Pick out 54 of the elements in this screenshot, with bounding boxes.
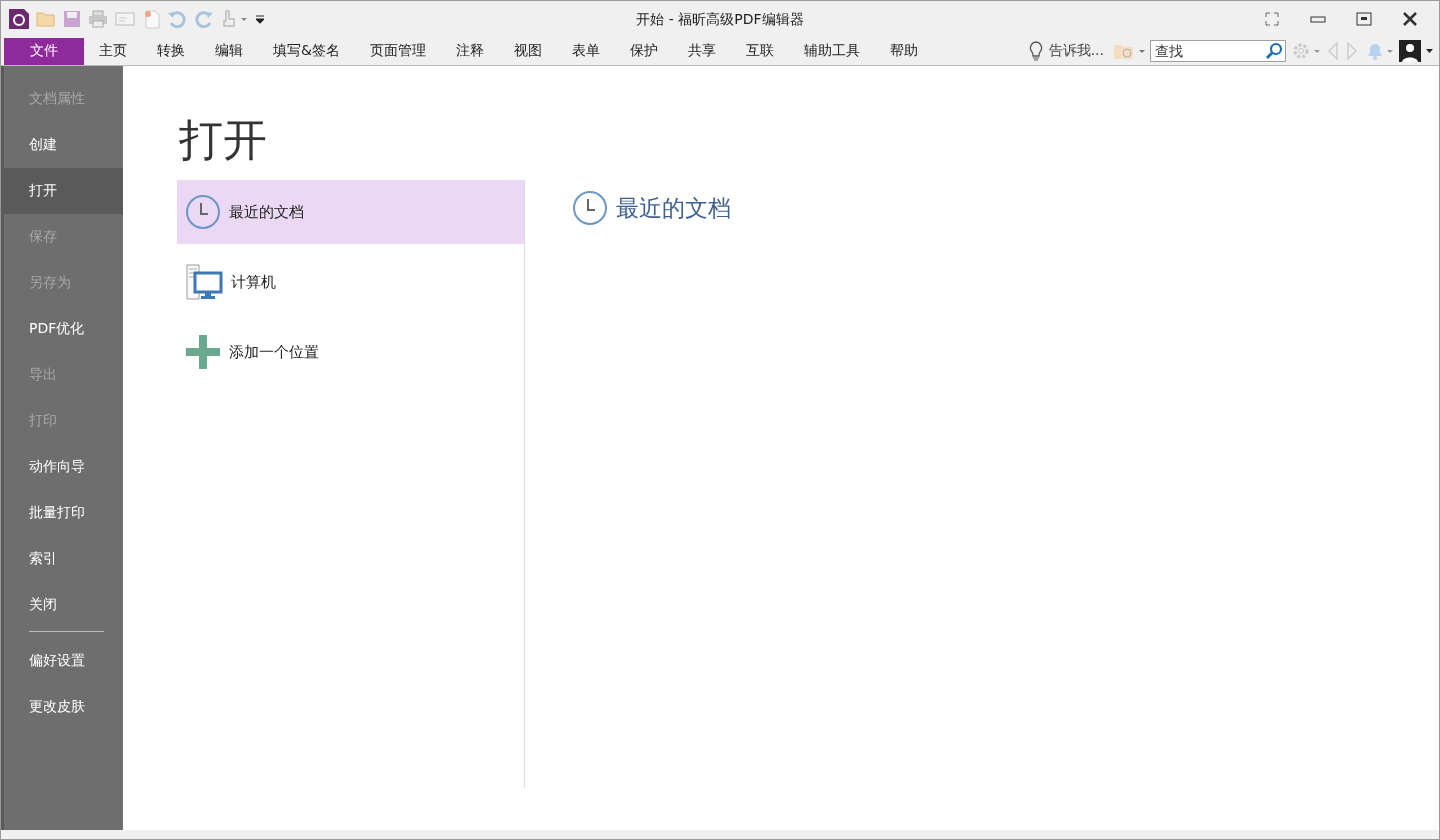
sidebar-item[interactable]: PDF优化 bbox=[4, 306, 123, 352]
sidebar-item[interactable]: 关闭 bbox=[4, 582, 123, 628]
search-icon[interactable] bbox=[1265, 42, 1283, 60]
menu-tab[interactable]: 帮助 bbox=[874, 37, 933, 65]
menu-tab[interactable]: 视图 bbox=[498, 37, 557, 65]
folder-icon[interactable] bbox=[36, 10, 56, 28]
menu-tab[interactable]: 互联 bbox=[730, 37, 789, 65]
computer-icon bbox=[185, 263, 223, 301]
menu-tab[interactable]: 共享 bbox=[672, 37, 731, 65]
save-icon[interactable] bbox=[63, 10, 81, 28]
menu-tab[interactable]: 编辑 bbox=[200, 37, 258, 65]
next-icon[interactable] bbox=[1345, 41, 1359, 61]
sidebar-item[interactable]: 偏好设置 bbox=[4, 638, 123, 684]
previous-icon[interactable] bbox=[1326, 41, 1340, 61]
sidebar-item[interactable]: 创建 bbox=[4, 122, 123, 168]
search-field[interactable]: 查找 bbox=[1150, 40, 1286, 62]
menu-tab[interactable]: 主页 bbox=[84, 37, 142, 65]
location-item[interactable]: 最近的文档 bbox=[177, 180, 524, 244]
restore-icon[interactable] bbox=[1356, 11, 1372, 27]
sidebar-item[interactable]: 动作向导 bbox=[4, 444, 123, 490]
print-icon[interactable] bbox=[88, 10, 108, 28]
sidebar-item[interactable]: 索引 bbox=[4, 536, 123, 582]
redo-icon[interactable] bbox=[194, 10, 214, 28]
location-item[interactable]: 计算机 bbox=[177, 250, 524, 314]
app-logo-icon[interactable] bbox=[9, 9, 29, 29]
menu-tab[interactable]: 保护 bbox=[614, 37, 673, 65]
menu-tab[interactable]: 注释 bbox=[440, 37, 499, 65]
close-icon[interactable] bbox=[1402, 11, 1418, 27]
envelope-icon[interactable] bbox=[115, 11, 135, 27]
sidebar-item[interactable]: 批量打印 bbox=[4, 490, 123, 536]
lightbulb-icon bbox=[1027, 41, 1044, 61]
gear-dropdown-icon[interactable] bbox=[1291, 41, 1321, 61]
fullscreen-icon[interactable] bbox=[1264, 11, 1280, 27]
location-item[interactable]: 添加一个位置 bbox=[177, 320, 524, 384]
menu-tab[interactable]: 页面管理 bbox=[354, 37, 441, 65]
hand-dropdown-icon[interactable] bbox=[221, 9, 249, 29]
page-heading: 打开 bbox=[179, 113, 268, 167]
menu-tab[interactable]: 填写&签名 bbox=[258, 37, 355, 65]
clock-icon bbox=[185, 194, 221, 230]
sidebar-item[interactable]: 更改皮肤 bbox=[4, 684, 123, 730]
window-title: 开始 - 福昕高级PDF编辑器 bbox=[636, 11, 804, 27]
new-document-icon[interactable] bbox=[142, 9, 160, 29]
user-avatar-dropdown-icon[interactable] bbox=[1399, 40, 1433, 62]
plus-icon bbox=[185, 334, 221, 370]
tell-me-text[interactable]: 告诉我... bbox=[1048, 42, 1104, 60]
panel-heading: 最近的文档 bbox=[616, 194, 731, 223]
menu-tab[interactable]: 辅助工具 bbox=[788, 37, 875, 65]
customize-caret-icon[interactable] bbox=[256, 14, 264, 24]
menu-tab[interactable]: 文件 bbox=[4, 37, 84, 65]
sidebar-item[interactable]: 打开 bbox=[4, 168, 123, 214]
undo-icon[interactable] bbox=[167, 10, 187, 28]
menu-tab[interactable]: 转换 bbox=[142, 37, 200, 65]
clock-icon bbox=[572, 190, 608, 226]
menu-tab[interactable]: 表单 bbox=[556, 37, 615, 65]
